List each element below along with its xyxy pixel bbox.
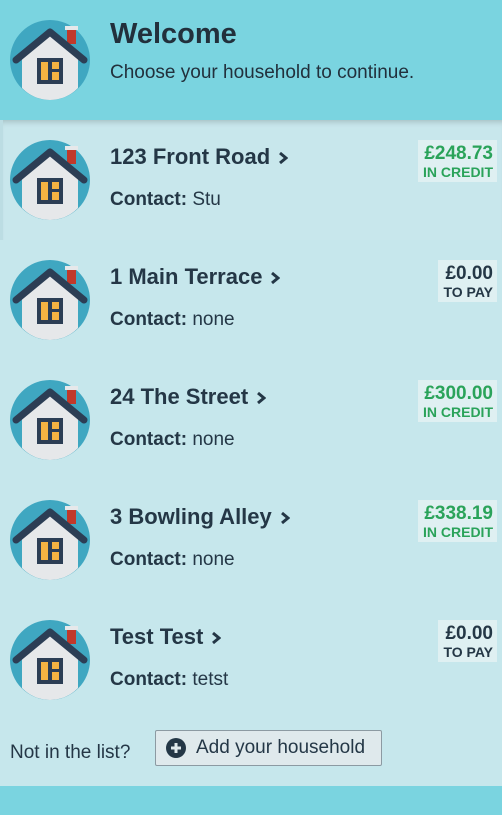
balance-badge: £300.00 IN CREDIT xyxy=(418,380,497,422)
contact-label: Contact: xyxy=(110,429,188,450)
house-icon xyxy=(10,380,90,460)
footer-bar xyxy=(0,786,502,815)
household-contact: Contact: none xyxy=(110,429,235,451)
add-household-row: Not in the list? Add your household xyxy=(0,720,502,786)
balance-badge: £338.19 IN CREDIT xyxy=(418,500,497,542)
household-name-link[interactable]: 3 Bowling Alley xyxy=(110,504,290,530)
house-icon xyxy=(10,260,90,340)
balance-status: TO PAY xyxy=(443,284,493,300)
household-name-link[interactable]: 1 Main Terrace xyxy=(110,264,281,290)
header: Welcome Choose your household to continu… xyxy=(0,0,502,120)
household-name: 1 Main Terrace xyxy=(110,264,263,289)
not-in-list-text: Not in the list? xyxy=(10,742,131,763)
household-item[interactable]: 24 The Street Contact: none £300.00 IN C… xyxy=(0,360,502,480)
household-name-link[interactable]: 123 Front Road xyxy=(110,144,289,170)
chevron-right-icon xyxy=(280,512,290,525)
household-item[interactable]: Test Test Contact: tetst £0.00 TO PAY xyxy=(0,600,502,720)
house-icon xyxy=(10,20,90,100)
balance-amount: £0.00 xyxy=(445,263,493,284)
household-name: 3 Bowling Alley xyxy=(110,504,272,529)
balance-status: TO PAY xyxy=(443,644,493,660)
contact-label: Contact: xyxy=(110,309,188,330)
house-icon xyxy=(10,500,90,580)
contact-value: none xyxy=(192,429,235,450)
house-icon xyxy=(10,140,90,220)
household-list: 123 Front Road Contact: Stu £248.73 IN C… xyxy=(0,120,502,720)
chevron-right-icon xyxy=(279,152,289,165)
balance-amount: £248.73 xyxy=(424,143,493,164)
contact-value: none xyxy=(192,309,235,330)
household-name: 24 The Street xyxy=(110,384,249,409)
add-household-label: Add your household xyxy=(196,737,366,758)
household-contact: Contact: tetst xyxy=(110,669,228,691)
household-name: Test Test xyxy=(110,624,204,649)
page-title: Welcome xyxy=(110,18,237,50)
household-name-link[interactable]: Test Test xyxy=(110,624,222,650)
balance-status: IN CREDIT xyxy=(423,524,493,540)
add-household-button[interactable]: Add your household xyxy=(155,730,382,766)
balance-amount: £338.19 xyxy=(424,503,493,524)
contact-label: Contact: xyxy=(110,549,188,570)
household-contact: Contact: none xyxy=(110,309,235,331)
contact-value: tetst xyxy=(192,669,229,690)
chevron-right-icon xyxy=(212,632,222,645)
contact-value: Stu xyxy=(192,189,221,210)
household-contact: Contact: Stu xyxy=(110,189,221,211)
contact-value: none xyxy=(192,549,235,570)
household-name: 123 Front Road xyxy=(110,144,271,169)
contact-label: Contact: xyxy=(110,189,188,210)
plus-circle-icon xyxy=(166,738,186,758)
balance-status: IN CREDIT xyxy=(423,164,493,180)
chevron-right-icon xyxy=(271,272,281,285)
household-contact: Contact: none xyxy=(110,549,235,571)
balance-amount: £0.00 xyxy=(445,623,493,644)
contact-label: Contact: xyxy=(110,669,188,690)
balance-status: IN CREDIT xyxy=(423,404,493,420)
household-name-link[interactable]: 24 The Street xyxy=(110,384,267,410)
household-item[interactable]: 1 Main Terrace Contact: none £0.00 TO PA… xyxy=(0,240,502,360)
household-item[interactable]: 123 Front Road Contact: Stu £248.73 IN C… xyxy=(0,120,502,240)
page-subtitle: Choose your household to continue. xyxy=(110,62,415,83)
balance-badge: £0.00 TO PAY xyxy=(438,620,497,662)
chevron-right-icon xyxy=(257,392,267,405)
house-icon xyxy=(10,620,90,700)
household-item[interactable]: 3 Bowling Alley Contact: none £338.19 IN… xyxy=(0,480,502,600)
balance-badge: £0.00 TO PAY xyxy=(438,260,497,302)
balance-amount: £300.00 xyxy=(424,383,493,404)
balance-badge: £248.73 IN CREDIT xyxy=(418,140,497,182)
